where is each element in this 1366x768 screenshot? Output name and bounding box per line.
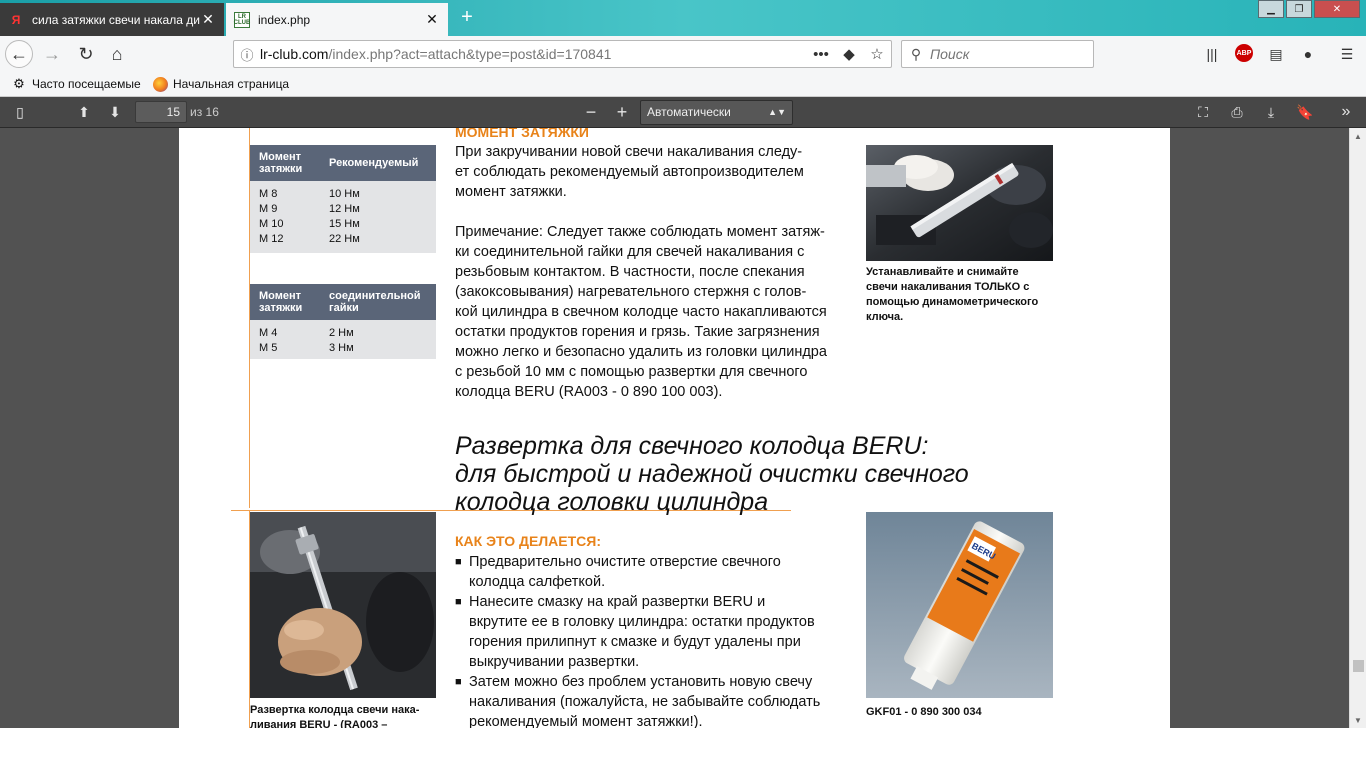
how-to-list: ■ Предварительно очистите отверстие свеч… [455,552,855,728]
bookmarks-toolbar: ⚙ Часто посещаемые Начальная страница [0,72,1366,97]
tab-title: index.php [258,12,311,27]
how-to-header: КАК ЭТО ДЕЛАЕТСЯ: [455,533,602,549]
presentation-mode-icon[interactable]: ⛶ [1191,101,1215,123]
tab-strip: Я сила затяжки свечи накала ди ✕ LR CLUB… [0,0,1366,36]
scroll-down-icon[interactable]: ▼ [1350,712,1366,728]
bookmark-most-visited[interactable]: ⚙ Часто посещаемые [11,76,140,92]
scroll-up-icon[interactable]: ▲ [1350,128,1366,144]
page-number-input[interactable]: 15 [135,101,187,123]
search-bar[interactable]: ⚲ [901,40,1094,68]
list-item: ■ Затем можно без проблем установить нов… [455,672,855,728]
tab-yandex-search[interactable]: Я сила затяжки свечи накала ди ✕ [0,3,224,36]
sidebar-icon[interactable]: ▤ [1265,44,1287,64]
note-paragraph: Примечание: Следует также соблюдать моме… [455,224,827,400]
toggle-sidebar-icon[interactable]: ▯ [8,101,32,123]
zoom-select[interactable]: Автоматически ▲▼ [640,100,793,125]
grease-tube-photo: BERU [866,512,1053,698]
back-button[interactable]: ← [5,40,33,68]
pocket-icon[interactable]: ◆ [835,45,863,63]
table-row: М 53 Нм [259,342,354,354]
section-title: Развертка для свечного колодца BERU: для… [455,432,969,516]
section-header: МОМЕНТ ЗАТЯЖКИ [455,128,589,140]
forward-button[interactable]: → [38,40,66,68]
menu-icon[interactable]: ☰ [1336,44,1358,64]
grease-tube-caption: GKF01 - 0 890 300 034 [866,706,982,718]
tools-chevron-icon[interactable]: » [1334,101,1358,123]
intro-paragraph: При закручивании новой свечи накаливания… [455,144,804,200]
firefox-icon [152,76,168,92]
bookmark-start-page[interactable]: Начальная страница [152,76,289,92]
next-page-icon[interactable]: ⬇ [103,101,127,123]
bookmark-star-icon[interactable]: ☆ [863,45,891,63]
window-controls: ▁ ❐ ✕ [1256,0,1360,18]
search-input[interactable] [930,46,1080,62]
yandex-icon: Я [11,12,21,27]
table-row: М 8 10 Нм [259,188,360,200]
navigation-bar: ← → ↻ ⌂ ⓘ lr-club.com/index.php?act=atta… [0,36,1366,72]
new-tab-button[interactable]: + [456,6,478,29]
reamer-caption: Развертка колодца свечи нака- ливания BE… [250,704,420,728]
table-row: М 12 22 Нм [259,233,360,245]
table-header: Момент затяжки соединительной гайки [250,284,436,320]
lr-club-icon: LR CLUB [233,11,251,28]
bullet-square-icon: ■ [455,676,462,688]
library-icon[interactable]: ||| [1201,44,1223,64]
search-icon: ⚲ [910,45,922,62]
pdf-page: Момент затяжки Рекомендуемый М 8 10 Нм М 9… [179,128,1170,728]
scrollbar-thumb[interactable] [1353,660,1364,672]
vertical-scrollbar[interactable]: ▲ ▼ [1349,128,1366,728]
torque-wrench-caption: Устанавливайте и снимайте свечи накалива… [866,266,1039,323]
zoom-in-icon[interactable]: + [610,101,634,123]
tab-title: сила затяжки свечи накала ди [32,12,200,27]
table-header: Момент затяжки Рекомендуемый [250,145,436,181]
bullet-square-icon: ■ [455,556,462,568]
extension-icon[interactable]: ● [1297,44,1319,64]
download-icon[interactable]: ⤓ [1259,101,1283,123]
close-icon[interactable]: ✕ [424,11,440,28]
print-icon[interactable]: ⎙ [1225,101,1249,123]
chevron-updown-icon: ▲▼ [768,107,786,117]
window-close-button[interactable]: ✕ [1314,0,1360,18]
pdf-viewer[interactable]: Момент затяжки Рекомендуемый М 8 10 Нм М 9… [0,128,1366,728]
url-text[interactable]: lr-club.com/index.php?act=attach&type=po… [260,46,807,62]
page-count-label: из 16 [190,105,219,119]
table-row: М 9 12 Нм [259,203,360,215]
torque-table-recommended: Момент затяжки Рекомендуемый М 8 10 Нм М 9… [250,145,436,253]
close-icon[interactable]: ✕ [200,11,216,28]
maximize-button[interactable]: ❐ [1286,0,1312,18]
page-actions-icon[interactable]: ••• [807,46,835,63]
list-item: ■ Предварительно очистите отверстие свеч… [455,554,781,590]
list-item: ■ Нанесите смазку на край развертки BERU… [455,594,815,670]
torque-table-connecting-nut: Момент затяжки соединительной гайки М 42 Н… [250,284,436,359]
url-bar[interactable]: ⓘ lr-club.com/index.php?act=attach&type=… [233,40,892,68]
tab-index-php[interactable]: LR CLUB index.php ✕ [226,3,448,36]
bullet-square-icon: ■ [455,596,462,608]
pdf-toolbar: ▯ ⬆ ⬇ 15 из 16 − + Автоматически ▲▼ ⛶ ⎙ … [0,97,1366,128]
minimize-button[interactable]: ▁ [1258,0,1284,18]
reamer-photo [250,512,436,698]
table-row: М 10 15 Нм [259,218,360,230]
adblock-icon[interactable]: ABP [1235,44,1253,62]
reload-button[interactable]: ↻ [72,40,100,68]
torque-wrench-photo [866,145,1053,261]
home-button[interactable]: ⌂ [103,40,131,68]
previous-page-icon[interactable]: ⬆ [72,101,96,123]
zoom-out-icon[interactable]: − [579,101,603,123]
gear-icon: ⚙ [13,76,25,91]
table-row: М 42 Нм [259,327,354,339]
info-icon[interactable]: ⓘ [234,45,260,64]
bookmark-icon[interactable]: 🔖 [1293,101,1317,123]
